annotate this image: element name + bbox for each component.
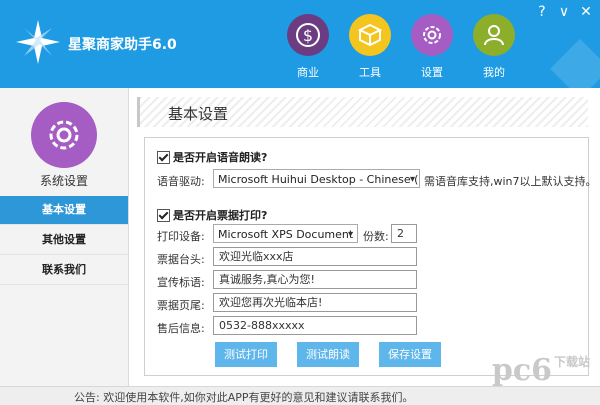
print-device-value: Microsoft XPS Document bbox=[218, 228, 354, 241]
print-device-label: 打印设备: bbox=[157, 230, 205, 243]
slogan-input[interactable]: 真诚服务,真心为您! bbox=[213, 270, 417, 289]
nav-settings[interactable]: 设置 bbox=[401, 14, 463, 80]
header-decoration: ◆ bbox=[550, 18, 600, 88]
receipt-footer-label: 票据页尾: bbox=[157, 299, 205, 312]
gear-icon bbox=[411, 14, 453, 56]
test-read-button[interactable]: 测试朗读 bbox=[297, 342, 359, 367]
save-settings-button[interactable]: 保存设置 bbox=[379, 342, 441, 367]
after-sales-input[interactable]: 0532-888xxxxx bbox=[213, 316, 417, 335]
star-logo-icon bbox=[16, 20, 60, 64]
settings-panel: 是否开启语音朗读? 语音驱动: Microsoft Huihui Desktop… bbox=[144, 137, 597, 376]
dollar-icon: $ bbox=[287, 14, 329, 56]
receipt-footer-input[interactable]: 欢迎您再次光临本店! bbox=[213, 293, 417, 312]
voice-driver-hint: 需语音库支持,win7以上默认支持。 bbox=[424, 175, 597, 188]
print-device-select[interactable]: Microsoft XPS Document ▾ bbox=[213, 224, 358, 243]
sidebar-item-basic-settings[interactable]: 基本设置 bbox=[0, 196, 128, 225]
print-checkbox[interactable] bbox=[157, 208, 170, 222]
section-header: 基本设置 bbox=[137, 97, 588, 127]
section-title: 基本设置 bbox=[168, 105, 229, 123]
receipt-header-label: 票据台头: bbox=[157, 253, 205, 266]
copies-label: 份数: bbox=[363, 230, 389, 243]
close-button[interactable]: ✕ bbox=[578, 4, 594, 20]
receipt-header-input[interactable]: 欢迎光临xxx店 bbox=[213, 247, 417, 266]
notice-text: 公告: 欢迎使用本软件,如你对此APP有更好的意见和建议请联系我们。 bbox=[74, 391, 414, 404]
slogan-label: 宣传标语: bbox=[157, 276, 205, 289]
chevron-down-icon: ▾ bbox=[347, 229, 353, 240]
sidebar: 系统设置 基本设置 其他设置 联系我们 bbox=[0, 88, 129, 386]
test-print-button[interactable]: 测试打印 bbox=[215, 342, 277, 367]
print-checkbox-label: 是否开启票据打印? bbox=[173, 209, 268, 222]
user-icon bbox=[473, 14, 515, 56]
after-sales-label: 售后信息: bbox=[157, 322, 205, 335]
copies-input[interactable]: 2 bbox=[391, 224, 417, 243]
help-button[interactable]: ? bbox=[534, 4, 550, 20]
nav-settings-label: 设置 bbox=[421, 66, 443, 79]
voice-driver-select[interactable]: Microsoft Huihui Desktop - Chinese ( ▾ bbox=[213, 169, 420, 188]
nav-business[interactable]: $ 商业 bbox=[277, 14, 339, 80]
nav-business-label: 商业 bbox=[297, 66, 319, 79]
voice-driver-label: 语音驱动: bbox=[157, 175, 205, 188]
top-nav: $ 商业 工具 设置 我的 bbox=[277, 14, 525, 80]
sidebar-item-other-settings[interactable]: 其他设置 bbox=[0, 226, 128, 255]
sidebar-item-contact-us[interactable]: 联系我们 bbox=[0, 256, 128, 285]
brand-watermark-sub: 下载站 bbox=[553, 355, 590, 369]
voice-checkbox[interactable] bbox=[157, 150, 170, 164]
sidebar-title: 系统设置 bbox=[39, 174, 88, 188]
nav-tools[interactable]: 工具 bbox=[339, 14, 401, 80]
voice-driver-value: Microsoft Huihui Desktop - Chinese ( bbox=[218, 173, 419, 186]
settings-gear-icon bbox=[31, 102, 97, 168]
toolbox-icon bbox=[349, 14, 391, 56]
voice-toggle[interactable]: 是否开启语音朗读? bbox=[157, 149, 267, 165]
minimize-button[interactable]: ∨ bbox=[556, 4, 572, 20]
app-title: 星聚商家助手6.0 bbox=[68, 37, 177, 53]
voice-checkbox-label: 是否开启语音朗读? bbox=[173, 151, 268, 164]
svg-text:$: $ bbox=[303, 26, 313, 45]
nav-mine-label: 我的 bbox=[483, 66, 505, 79]
print-toggle[interactable]: 是否开启票据打印? bbox=[157, 207, 267, 223]
chevron-down-icon: ▾ bbox=[409, 174, 415, 185]
window-controls: ? ∨ ✕ bbox=[534, 4, 594, 20]
nav-tools-label: 工具 bbox=[359, 66, 381, 79]
brand-watermark: pc6 下载站 bbox=[492, 353, 590, 388]
status-bar: 公告: 欢迎使用本软件,如你对此APP有更好的意见和建议请联系我们。 bbox=[0, 386, 600, 405]
brand-watermark-text: pc6 bbox=[491, 353, 552, 388]
app-header: ◆ 星聚商家助手6.0 ? ∨ ✕ $ 商业 工具 设置 我的 bbox=[0, 0, 600, 88]
nav-mine[interactable]: 我的 bbox=[463, 14, 525, 80]
